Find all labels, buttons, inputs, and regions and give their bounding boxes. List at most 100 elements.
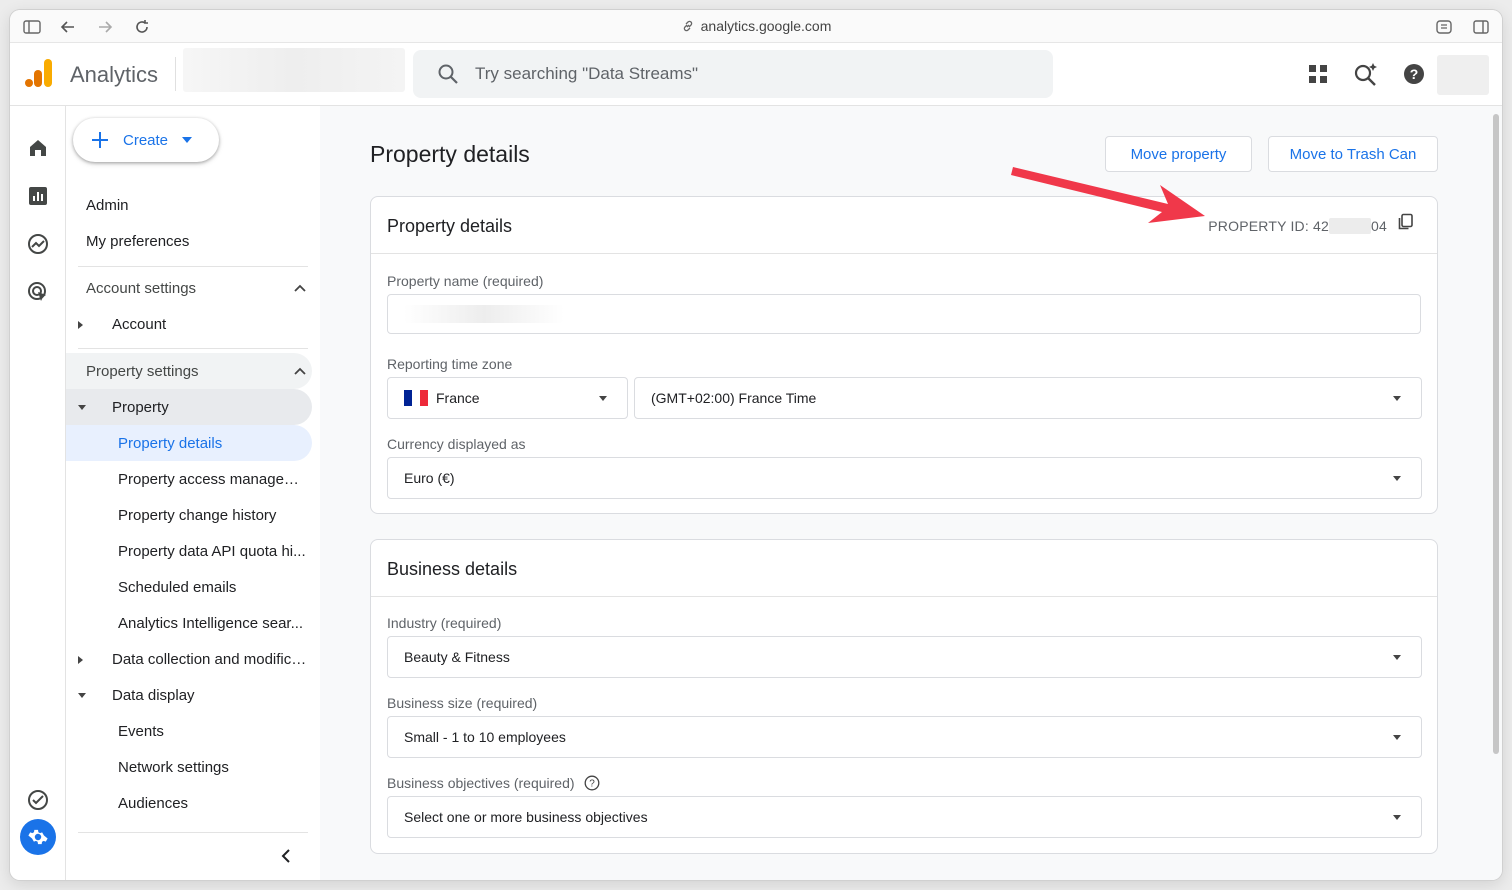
svg-text:?: ? xyxy=(1410,66,1419,82)
business-size-value: Small - 1 to 10 employees xyxy=(404,729,566,745)
industry-label: Industry (required) xyxy=(387,615,502,631)
nav-audiences[interactable]: Audiences xyxy=(118,795,308,812)
card-title: Property details xyxy=(387,216,513,236)
business-objectives-label-row: Business objectives (required) ? xyxy=(387,775,600,791)
move-property-button[interactable]: Move property xyxy=(1105,136,1252,172)
nav-network-settings[interactable]: Network settings xyxy=(118,759,308,776)
chevron-up-icon[interactable] xyxy=(294,367,306,375)
advertising-icon[interactable] xyxy=(26,280,50,304)
business-details-card: Business details Industry (required) Bea… xyxy=(370,539,1438,854)
business-size-label: Business size (required) xyxy=(387,695,538,711)
help-circle-icon[interactable]: ? xyxy=(584,775,600,791)
scrollbar[interactable] xyxy=(1493,114,1499,754)
nav-admin[interactable]: Admin xyxy=(86,197,129,214)
business-objectives-value: Select one or more business objectives xyxy=(404,809,648,825)
nav-account[interactable]: Account xyxy=(112,316,166,333)
home-icon[interactable] xyxy=(26,136,50,160)
currency-label: Currency displayed as xyxy=(387,436,526,452)
collapse-triangle-icon[interactable] xyxy=(78,405,86,410)
industry-select[interactable]: Beauty & Fitness xyxy=(387,636,1422,678)
currency-select[interactable]: Euro (€) xyxy=(387,457,1422,499)
dropdown-arrow-icon xyxy=(1393,476,1401,481)
nav-data-collection[interactable]: Data collection and modifica... xyxy=(112,651,312,668)
card-divider xyxy=(371,596,1437,597)
address-bar[interactable]: analytics.google.com xyxy=(10,18,1502,34)
dropdown-arrow-icon xyxy=(599,396,607,401)
search-input[interactable] xyxy=(475,50,1035,98)
caret-down-icon xyxy=(182,137,193,143)
app-title: Analytics xyxy=(70,62,159,87)
account-selector[interactable] xyxy=(183,48,405,92)
nav-data-display[interactable]: Data display xyxy=(112,687,195,704)
split-view-icon[interactable] xyxy=(1471,17,1491,37)
search-bar[interactable] xyxy=(413,50,1053,98)
card-divider xyxy=(371,253,1437,254)
time-zone-select[interactable]: (GMT+02:00) France Time xyxy=(634,377,1422,419)
business-objectives-label: Business objectives (required) xyxy=(387,775,575,791)
url-text: analytics.google.com xyxy=(700,18,832,34)
business-objectives-select[interactable]: Select one or more business objectives xyxy=(387,796,1422,838)
help-icon[interactable]: ? xyxy=(1400,60,1428,88)
create-label: Create xyxy=(123,131,169,149)
nav-property-settings[interactable]: Property settings xyxy=(86,363,199,380)
property-id-prefix: PROPERTY ID: 42 xyxy=(1208,218,1330,234)
avatar[interactable] xyxy=(1437,55,1489,95)
nav-scheduled-emails[interactable]: Scheduled emails xyxy=(118,579,308,596)
gear-icon xyxy=(28,829,48,845)
nav-property-access-management[interactable]: Property access managem... xyxy=(118,471,308,488)
nav-property-data-api-quota[interactable]: Property data API quota hi... xyxy=(118,543,308,560)
nav-analytics-intelligence[interactable]: Analytics Intelligence sear... xyxy=(118,615,308,632)
nav-property[interactable]: Property xyxy=(112,399,169,416)
expand-triangle-icon[interactable] xyxy=(78,656,83,664)
apps-grid-icon[interactable] xyxy=(1304,60,1332,88)
reports-icon[interactable] xyxy=(26,184,50,208)
property-name-input[interactable] xyxy=(387,294,1421,334)
link-icon xyxy=(683,20,692,32)
time-zone-value: (GMT+02:00) France Time xyxy=(651,390,817,406)
expand-triangle-icon[interactable] xyxy=(78,321,83,329)
dropdown-arrow-icon xyxy=(1393,815,1401,820)
reader-icon[interactable] xyxy=(1434,17,1454,37)
nav-property-change-history[interactable]: Property change history xyxy=(118,507,308,524)
property-highlight xyxy=(66,389,312,425)
france-flag-icon xyxy=(404,390,428,406)
move-to-trash-button[interactable]: Move to Trash Can xyxy=(1268,136,1438,172)
search-insights-icon[interactable] xyxy=(1352,60,1380,88)
property-name-label: Property name (required) xyxy=(387,273,544,289)
collapse-triangle-icon[interactable] xyxy=(78,693,86,698)
property-id-suffix: 04 xyxy=(1371,218,1387,234)
business-size-select[interactable]: Small - 1 to 10 employees xyxy=(387,716,1422,758)
browser-window: analytics.google.com Analytics ? xyxy=(10,10,1502,880)
search-icon xyxy=(438,64,458,84)
nav-divider xyxy=(78,348,308,349)
currency-value: Euro (€) xyxy=(404,470,455,486)
industry-value: Beauty & Fitness xyxy=(404,649,510,665)
explore-icon[interactable] xyxy=(26,232,50,256)
analytics-logo-icon[interactable] xyxy=(24,57,54,89)
time-zone-label: Reporting time zone xyxy=(387,356,513,372)
plus-icon xyxy=(92,132,108,148)
nav-property-details[interactable]: Property details xyxy=(118,435,308,452)
country-select[interactable]: France xyxy=(387,377,628,419)
browser-toolbar: analytics.google.com xyxy=(10,10,1502,43)
property-id-redacted xyxy=(1329,218,1372,234)
chevron-up-icon[interactable] xyxy=(294,284,306,292)
admin-button[interactable] xyxy=(20,819,56,855)
nav-my-preferences[interactable]: My preferences xyxy=(86,233,189,250)
header-divider xyxy=(175,57,176,91)
dropdown-arrow-icon xyxy=(1393,655,1401,660)
page-title: Property details xyxy=(370,141,530,167)
country-value: France xyxy=(436,390,480,406)
copy-icon[interactable] xyxy=(1397,213,1415,231)
nav-events[interactable]: Events xyxy=(118,723,308,740)
dropdown-arrow-icon xyxy=(1393,735,1401,740)
nav-divider xyxy=(78,832,308,833)
left-rail xyxy=(10,106,66,880)
collapse-sidebar-icon[interactable] xyxy=(276,846,296,866)
app-header: Analytics ? xyxy=(10,43,1502,106)
checklist-icon[interactable] xyxy=(26,788,50,812)
create-button[interactable]: Create xyxy=(73,118,219,162)
nav-account-settings[interactable]: Account settings xyxy=(86,280,196,297)
property-name-redacted xyxy=(404,305,564,323)
admin-sidebar: Create Admin My preferences Account sett… xyxy=(66,106,320,880)
